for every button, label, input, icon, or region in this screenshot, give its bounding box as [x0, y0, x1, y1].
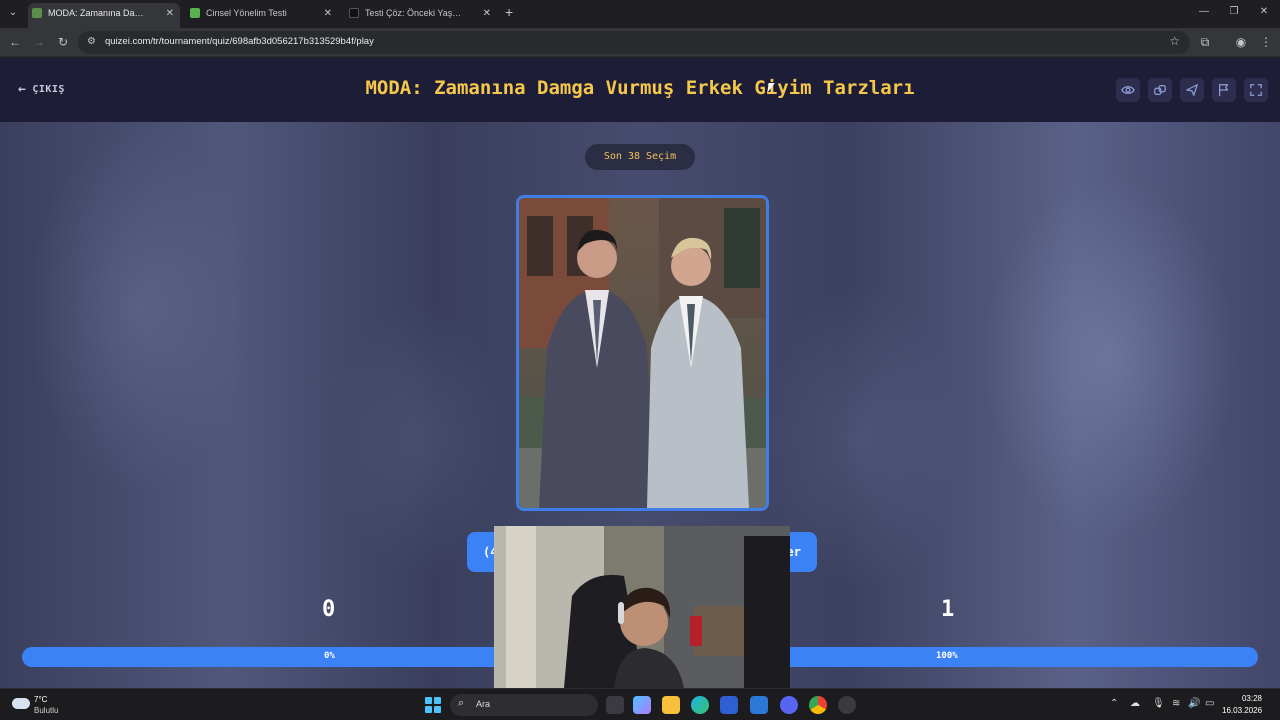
forward-arrow-icon[interactable]: → — [31, 34, 47, 50]
browser-tab-strip: ⌄ MODA: Zamanına Damga Vurmuş Erkek Giyi… — [0, 0, 1280, 28]
link-icon[interactable] — [1148, 78, 1172, 102]
header-actions — [1116, 78, 1268, 102]
app-icon[interactable] — [838, 696, 856, 714]
minimize-icon[interactable]: — — [1196, 6, 1212, 17]
windows-start-icon[interactable] — [425, 697, 441, 713]
taskbar-search[interactable]: ⌕ Ara — [450, 694, 598, 716]
close-tab-icon[interactable]: ✕ — [483, 3, 491, 24]
profile-icon[interactable]: ◉ — [1233, 34, 1249, 50]
close-tab-icon[interactable]: ✕ — [324, 3, 332, 24]
right-percent: 100% — [936, 651, 958, 661]
search-icon: ⌕ — [458, 697, 465, 709]
bookmark-star-icon[interactable]: ☆ — [1169, 34, 1180, 48]
window-close-icon[interactable]: ✕ — [1256, 6, 1272, 17]
mail-icon[interactable] — [750, 696, 768, 714]
left-score: 0 — [322, 597, 336, 622]
chrome-icon[interactable] — [809, 696, 827, 714]
tab-title: Testi Çöz: Önceki Yaşamındaki Cinsel Yön… — [365, 8, 463, 18]
quiz-header: ← ÇIKIŞ MODA: Zamanına Damga Vurmuş Erkek… — [0, 58, 1280, 122]
kebab-menu-icon[interactable]: ⋮ — [1258, 34, 1274, 50]
quiz-favicon-icon — [349, 8, 359, 18]
round-label: Son 38 Seçim — [585, 144, 695, 170]
wifi-icon[interactable]: ≋ — [1172, 698, 1180, 709]
cloud-icon[interactable] — [12, 698, 30, 709]
url-text[interactable]: quizei.com/tr/tournament/quiz/698afb3d05… — [105, 36, 374, 47]
back-arrow-icon[interactable]: ← — [7, 34, 23, 50]
browser-toolbar: ← → ↻ ⚙ quizei.com/tr/tournament/quiz/69… — [0, 28, 1280, 57]
send-icon[interactable] — [1180, 78, 1204, 102]
quiz-favicon-icon — [190, 8, 200, 18]
restore-icon[interactable]: ❐ — [1226, 6, 1242, 17]
tab-testi-coz[interactable]: Testi Çöz: Önceki Yaşamındaki Cinsel Yön… — [345, 3, 497, 28]
clock-date[interactable]: 16.03.2026 — [1222, 706, 1262, 715]
left-percent: 0% — [324, 651, 335, 661]
widgets-app-icon[interactable] — [633, 696, 651, 714]
fullscreen-icon[interactable] — [1244, 78, 1268, 102]
right-score: 1 — [941, 597, 955, 622]
volume-icon[interactable]: 🔊 — [1188, 698, 1200, 709]
reload-icon[interactable]: ↻ — [55, 34, 71, 50]
webcam-overlay — [494, 526, 790, 688]
quiz-favicon-icon — [32, 8, 42, 18]
task-view-icon[interactable] — [606, 696, 624, 714]
tab-title: Cinsel Yönelim Testi — [206, 8, 287, 18]
close-tab-icon[interactable]: ✕ — [166, 3, 174, 24]
tab-moda[interactable]: MODA: Zamanına Damga Vurmuş Erkek Giyim … — [28, 3, 180, 28]
edge-browser-icon[interactable] — [691, 696, 709, 714]
address-bar[interactable]: ⚙ quizei.com/tr/tournament/quiz/698afb3d… — [78, 31, 1190, 54]
microphone-icon[interactable]: 🎙 — [1152, 698, 1165, 709]
clock-time[interactable]: 03:28 — [1236, 694, 1262, 703]
new-tab-plus-icon[interactable]: + — [505, 4, 513, 20]
tab-title: MODA: Zamanına Damga Vurmuş Erkek Giyim … — [48, 8, 146, 18]
file-explorer-icon[interactable] — [662, 696, 680, 714]
tab-cinsel-yonelim[interactable]: Cinsel Yönelim Testi ✕ — [186, 3, 338, 28]
battery-icon[interactable]: ▭ — [1205, 698, 1214, 709]
tray-chevron-icon[interactable]: ⌃ — [1110, 698, 1118, 709]
tab-search-chevron-icon[interactable]: ⌄ — [5, 5, 21, 21]
flag-icon[interactable] — [1212, 78, 1236, 102]
tray-app-icon[interactable]: ☁ — [1130, 698, 1140, 709]
weather-description[interactable]: Bulutlu — [34, 706, 58, 715]
quiz-title: MODA: Zamanına Damga Vurmuş Erkek Giyim … — [365, 77, 915, 99]
extensions-puzzle-icon[interactable]: ⧉ — [1197, 34, 1213, 50]
discord-icon[interactable] — [780, 696, 798, 714]
search-placeholder: Ara — [476, 699, 491, 709]
quiz-page: ← ÇIKIŞ MODA: Zamanına Damga Vurmuş Erkek… — [0, 58, 1280, 688]
windows-taskbar: 7°C Bulutlu ⌕ Ara ⌃ ☁ 🎙 ≋ 🔊 ▭ 03:28 16.0… — [0, 688, 1280, 720]
site-info-icon[interactable]: ⚙ — [87, 36, 96, 47]
store-icon[interactable] — [720, 696, 738, 714]
weather-temperature[interactable]: 7°C — [34, 695, 47, 704]
eye-icon[interactable] — [1116, 78, 1140, 102]
candidate-photo[interactable] — [516, 195, 769, 511]
